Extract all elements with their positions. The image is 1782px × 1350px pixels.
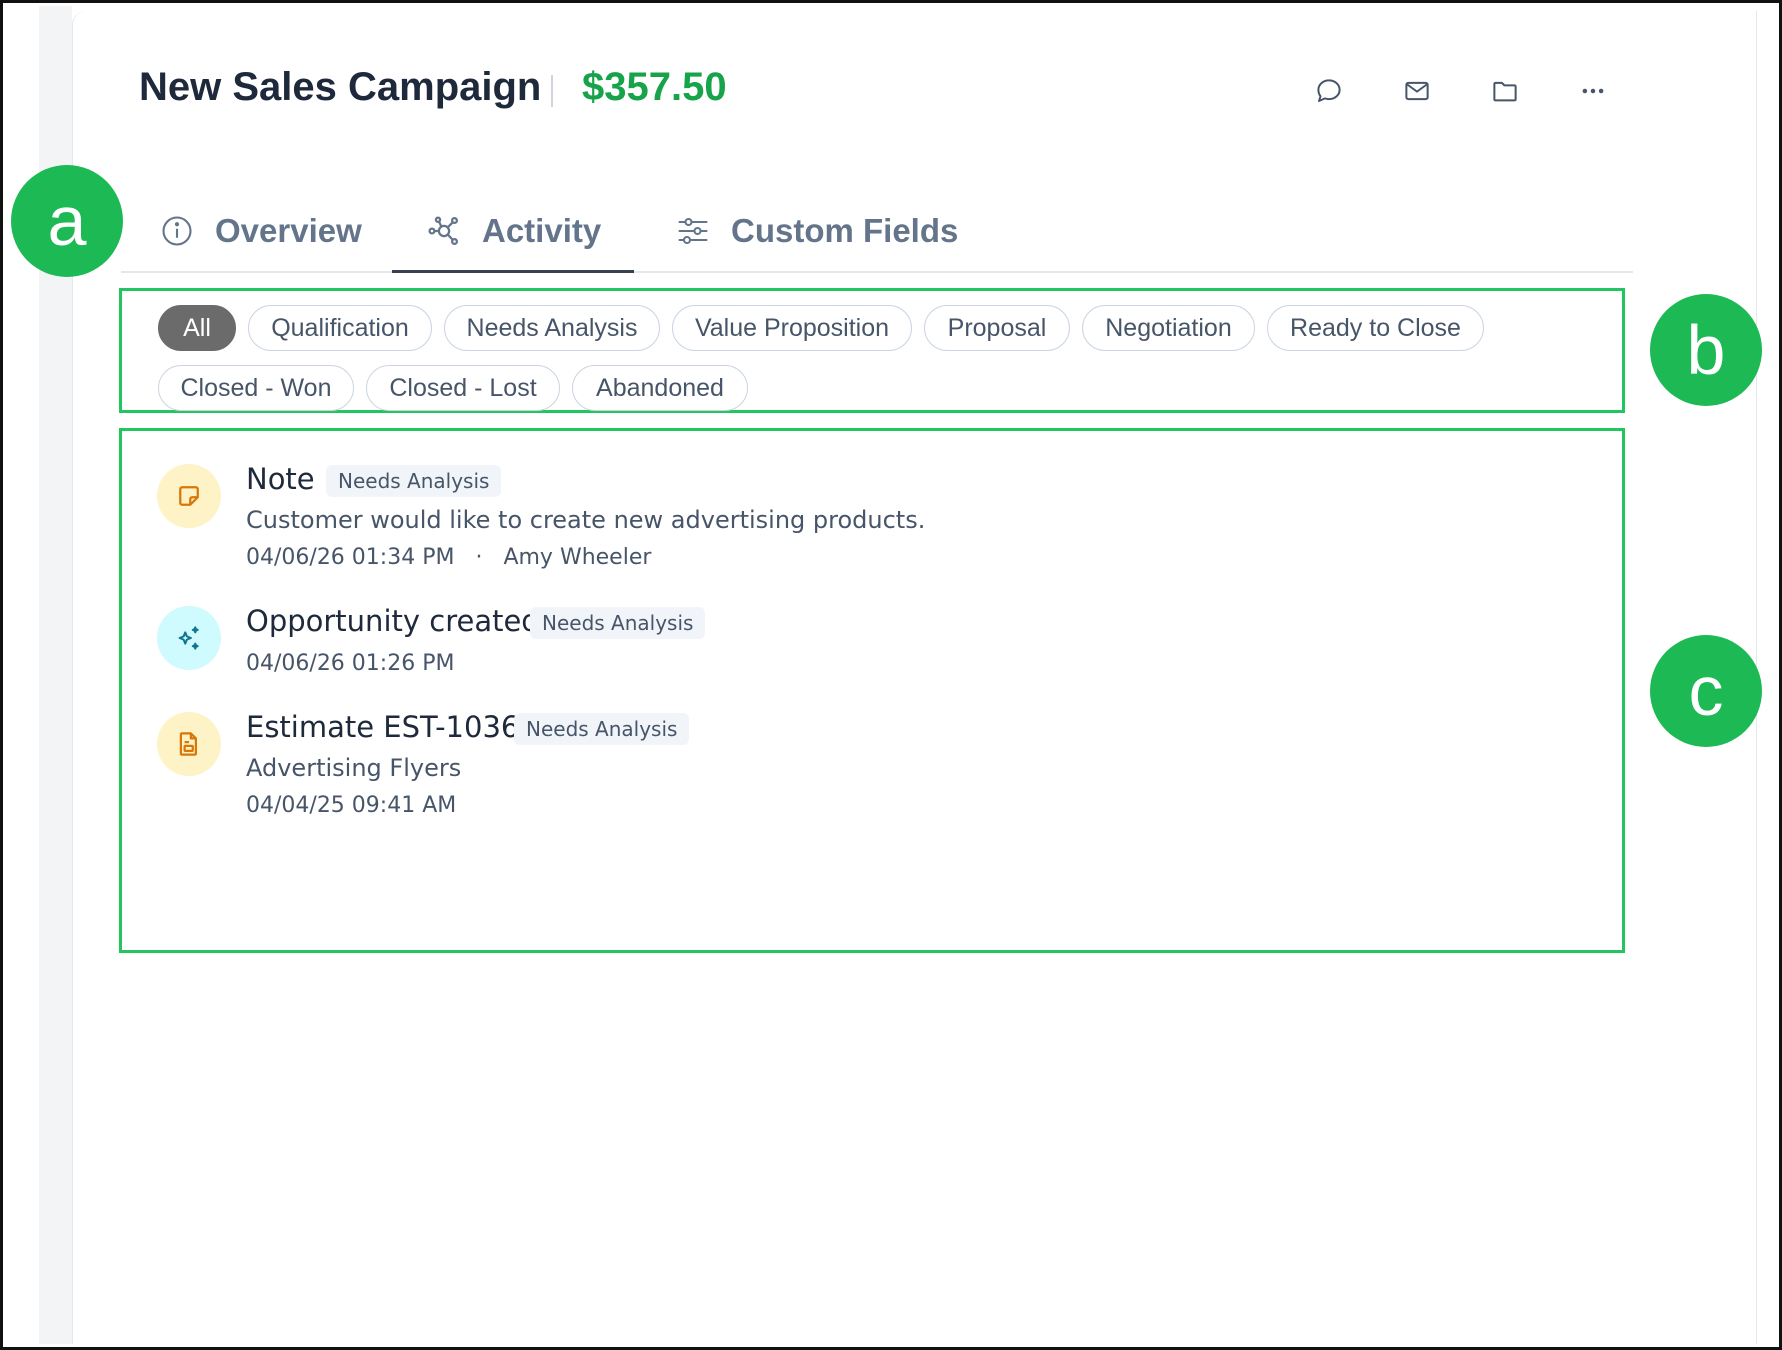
filter-chip-negotiation[interactable]: Negotiation [1082, 305, 1255, 351]
annotation-badge-c: c [1650, 635, 1762, 747]
sparkles-icon [178, 626, 199, 650]
filter-chip-proposal[interactable]: Proposal [924, 305, 1070, 351]
activity-description: Customer would like to create new advert… [246, 506, 926, 534]
info-icon [162, 216, 192, 246]
annotation-badge-a: a [11, 165, 123, 277]
chat-bubble-icon[interactable] [1311, 73, 1347, 109]
screenshot-frame: New Sales Campaign $357.50 Overview Acti… [0, 0, 1782, 1350]
filter-chip-all[interactable]: All [158, 305, 236, 351]
filter-chip-abandoned[interactable]: Abandoned [572, 365, 748, 411]
tab-overview-label: Overview [215, 212, 362, 249]
activity-stage-tag: Needs Analysis [326, 465, 502, 497]
sticky-note-icon [179, 486, 199, 506]
activity-timestamp: 04/06/26 01:34 PM · Amy Wheeler [246, 545, 651, 570]
tab-custom-fields-label: Custom Fields [731, 212, 959, 249]
activity-title[interactable]: Estimate EST-1036 [246, 710, 519, 744]
activity-icon-opportunity [157, 606, 221, 670]
activity-description: Advertising Flyers [246, 754, 462, 782]
tab-activity[interactable]: Activity [392, 191, 634, 273]
opportunity-amount: $357.50 [582, 65, 727, 109]
meta-separator: · [475, 545, 483, 570]
tab-activity-label: Activity [482, 211, 602, 249]
activity-timestamp: 04/04/25 09:41 AM [246, 793, 457, 818]
activity-icon-note [157, 464, 221, 528]
more-icon[interactable] [1575, 73, 1611, 109]
filter-chip-closed-won[interactable]: Closed - Won [158, 365, 354, 411]
activity-title[interactable]: Note [246, 462, 315, 496]
document-icon [179, 732, 197, 756]
activity-timestamp: 04/06/26 01:26 PM [246, 651, 455, 676]
sliders-icon [678, 217, 708, 245]
activity-stage-tag: Needs Analysis [530, 607, 706, 639]
filter-chip-qualification[interactable]: Qualification [248, 305, 432, 351]
activity-icon-estimate [157, 712, 221, 776]
page-title: New Sales Campaign [139, 65, 542, 109]
title-separator [551, 75, 553, 107]
filter-chip-value-proposition[interactable]: Value Proposition [672, 305, 912, 351]
filter-chip-needs-analysis[interactable]: Needs Analysis [444, 305, 660, 351]
tab-custom-fields[interactable]: Custom Fields [675, 191, 958, 271]
activity-date: 04/06/26 01:34 PM [246, 545, 455, 570]
filter-chip-closed-lost[interactable]: Closed - Lost [366, 365, 560, 411]
activity-author: Amy Wheeler [503, 545, 652, 570]
folder-icon[interactable] [1487, 73, 1523, 109]
activity-title[interactable]: Opportunity created [246, 604, 540, 638]
activity-stage-tag: Needs Analysis [514, 713, 690, 745]
annotation-badge-b: b [1650, 294, 1762, 406]
tab-overview[interactable]: Overview [159, 191, 362, 271]
tab-bar: Overview Activity Custom Fields [121, 191, 1633, 273]
mail-icon[interactable] [1399, 73, 1435, 109]
activity-graph-icon [428, 216, 459, 245]
filter-chip-ready-to-close[interactable]: Ready to Close [1267, 305, 1484, 351]
